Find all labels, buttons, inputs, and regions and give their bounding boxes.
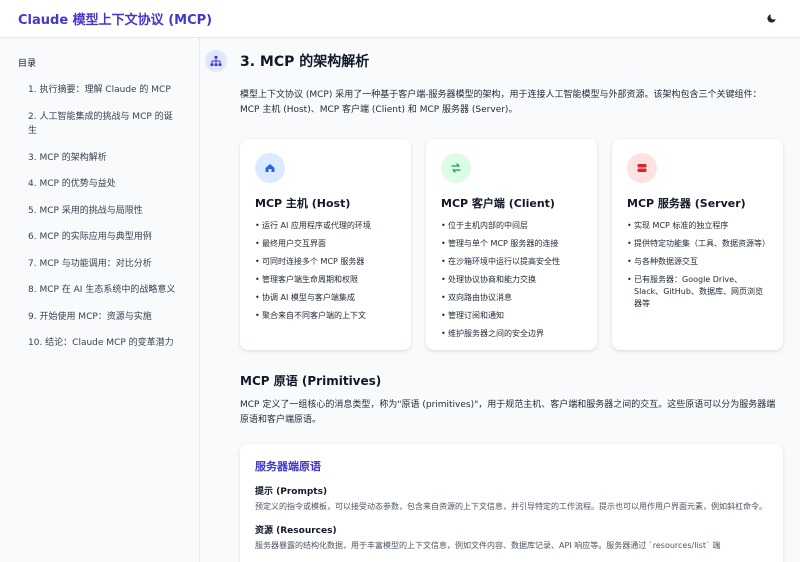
top-header: Claude 模型上下文协议 (MCP) (0, 0, 800, 38)
list-item: 在沙箱环境中运行以提高安全性 (441, 256, 582, 268)
list-item: 管理订阅和通知 (441, 310, 582, 322)
list-item: 双向路由协议消息 (441, 292, 582, 304)
section-title: 3. MCP 的架构解析 (240, 54, 370, 70)
theme-toggle-button[interactable] (760, 8, 782, 30)
client-card: MCP 客户端 (Client) 位于主机内部的中间层 管理与单个 MCP 服务… (426, 139, 597, 350)
list-item: 实现 MCP 标准的独立程序 (627, 220, 768, 232)
toc-item-8[interactable]: 8. MCP 在 AI 生态系统中的战略意义 (18, 283, 181, 298)
laptop-house-icon (255, 153, 285, 183)
list-item: 最终用户交互界面 (255, 238, 396, 250)
list-item: 维护服务器之间的安全边界 (441, 328, 582, 340)
app-title: Claude 模型上下文协议 (MCP) (18, 13, 213, 28)
component-cards: MCP 主机 (Host) 运行 AI 应用程序或代理的环境 最终用户交互界面 … (240, 139, 783, 350)
moon-icon (766, 9, 777, 28)
server-card-title: MCP 服务器 (Server) (627, 197, 746, 210)
main-content: 3. MCP 的架构解析 模型上下文协议 (MCP) 采用了一种基于客户端-服务… (200, 38, 800, 562)
toc-item-5[interactable]: 5. MCP 采用的挑战与局限性 (18, 204, 181, 219)
prompts-title: 提示 (Prompts) (255, 487, 328, 497)
exchange-icon (441, 153, 471, 183)
toc-item-7[interactable]: 7. MCP 与功能调用：对比分析 (18, 257, 181, 272)
toc-list: 1. 执行摘要：理解 Claude 的 MCP 2. 人工智能集成的挑战与 MC… (18, 83, 181, 351)
list-item: 可同时连接多个 MCP 服务器 (255, 256, 396, 268)
list-item: 与各种数据源交互 (627, 256, 768, 268)
list-item: 位于主机内部的中间层 (441, 220, 582, 232)
resources-title: 资源 (Resources) (255, 526, 337, 536)
host-card: MCP 主机 (Host) 运行 AI 应用程序或代理的环境 最终用户交互界面 … (240, 139, 411, 350)
server-primitives-panel: 服务器端原语 提示 (Prompts) 预定义的指令或模板，可以接受动态参数，包… (240, 444, 783, 562)
toc-title: 目录 (18, 59, 37, 69)
list-item: 提供特定功能集（工具、数据资源等） (627, 238, 770, 250)
toc-item-6[interactable]: 6. MCP 的实际应用与典型用例 (18, 230, 181, 245)
primitives-heading: MCP 原语 (Primitives) (240, 374, 382, 388)
toc-item-4[interactable]: 4. MCP 的优势与益处 (18, 177, 181, 192)
resources-description: 服务器暴露的结构化数据，用于丰富模型的上下文信息，例如文件内容、数据库记录、AP… (255, 541, 721, 550)
client-card-title: MCP 客户端 (Client) (441, 197, 555, 210)
toc-item-9[interactable]: 9. 开始使用 MCP：资源与实施 (18, 310, 181, 325)
server-card: MCP 服务器 (Server) 实现 MCP 标准的独立程序 提供特定功能集（… (612, 139, 783, 350)
section-intro: 模型上下文协议 (MCP) 采用了一种基于客户端-服务器模型的架构，用于连接人工… (240, 90, 762, 115)
server-card-list: 实现 MCP 标准的独立程序 提供特定功能集（工具、数据资源等） 与各种数据源交… (627, 220, 770, 310)
list-item: 管理与单个 MCP 服务器的连接 (441, 238, 582, 250)
host-card-title: MCP 主机 (Host) (255, 197, 351, 210)
prompts-description: 预定义的指令或模板，可以接受动态参数，包含来自资源的上下文信息，并引导特定的工作… (255, 502, 767, 511)
toc-item-3[interactable]: 3. MCP 的架构解析 (18, 151, 181, 166)
list-item: 协调 AI 模型与客户端集成 (255, 292, 396, 304)
client-card-list: 位于主机内部的中间层 管理与单个 MCP 服务器的连接 在沙箱环境中运行以提高安… (441, 220, 582, 340)
list-item: 管理客户端生命周期和权限 (255, 274, 396, 286)
sidebar: 目录 1. 执行摘要：理解 Claude 的 MCP 2. 人工智能集成的挑战与… (0, 38, 200, 562)
toc-item-2[interactable]: 2. 人工智能集成的挑战与 MCP 的诞生 (18, 110, 181, 139)
host-card-list: 运行 AI 应用程序或代理的环境 最终用户交互界面 可同时连接多个 MCP 服务… (255, 220, 396, 322)
server-icon (627, 153, 657, 183)
list-item: 已有服务器：Google Drive、Slack、GitHub、数据库、网页浏览… (627, 274, 768, 310)
primitives-description: MCP 定义了一组核心的消息类型，称为"原语 (primitives)"，用于规… (240, 400, 776, 425)
toc-item-10[interactable]: 10. 结论：Claude MCP 的变革潜力 (18, 336, 181, 351)
list-item: 聚合来自不同客户端的上下文 (255, 310, 396, 322)
sitemap-icon (205, 50, 227, 72)
list-item: 运行 AI 应用程序或代理的环境 (255, 220, 396, 232)
toc-item-1[interactable]: 1. 执行摘要：理解 Claude 的 MCP (18, 83, 181, 98)
server-primitives-title: 服务器端原语 (255, 460, 321, 473)
list-item: 处理协议协商和能力交换 (441, 274, 582, 286)
